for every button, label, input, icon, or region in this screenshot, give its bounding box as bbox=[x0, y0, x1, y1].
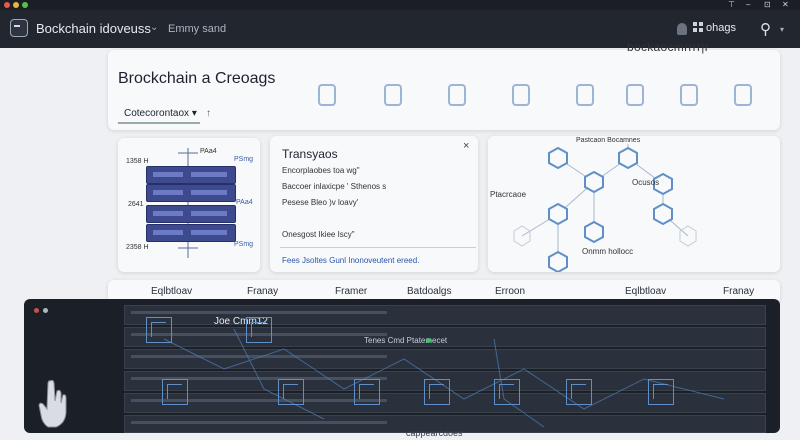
tab-item[interactable]: Framer bbox=[335, 286, 367, 297]
page-title: Brockchain a Creoags bbox=[118, 70, 276, 87]
tab-item[interactable]: Franay bbox=[247, 286, 278, 297]
network-label: Onmm hollocc bbox=[582, 247, 634, 256]
block-hex-icon bbox=[384, 84, 402, 106]
apps-menu-label[interactable]: ohags bbox=[706, 22, 736, 34]
dialog-divider bbox=[280, 247, 476, 248]
dialog-row: Encorplaobes toa wg" bbox=[282, 166, 360, 175]
dialog-link[interactable]: Fees Jsoltes Gunl Inonoveutent ereed. bbox=[282, 256, 419, 265]
close-window-dot[interactable] bbox=[4, 2, 10, 8]
block-cube-icon bbox=[146, 317, 172, 343]
chevron-down-icon[interactable]: ⌄ bbox=[150, 22, 158, 33]
dialog-title: Transyaos bbox=[282, 147, 338, 161]
sort-icon[interactable]: ↑ bbox=[206, 108, 211, 119]
tab-item[interactable]: Eqlbtloav bbox=[151, 286, 192, 297]
overlay-subtitle: Tenes Cmd Ptatemecet bbox=[364, 336, 448, 345]
diagram-label: PSmg bbox=[234, 156, 254, 163]
diagram-label: 2641 bbox=[128, 201, 144, 208]
block-hex-icon bbox=[734, 84, 752, 106]
dialog-row: Pesese Bleo )v loavy' bbox=[282, 198, 359, 207]
window-minimize-icon[interactable]: – bbox=[746, 0, 750, 10]
window-close-icon[interactable]: ✕ bbox=[782, 0, 789, 10]
diagram-label: PAa4 bbox=[236, 199, 253, 206]
block-hex-icon bbox=[626, 84, 644, 106]
diagram-label: 2358 H bbox=[126, 244, 149, 251]
diagram-label: PSmg bbox=[234, 241, 254, 248]
notification-icon[interactable] bbox=[677, 23, 687, 35]
block-cube-icon bbox=[648, 379, 674, 405]
block-hex-icon bbox=[318, 84, 336, 106]
network-label: Ocusos bbox=[632, 178, 660, 187]
block-cube-icon bbox=[354, 379, 380, 405]
tab-item[interactable]: Erroon bbox=[495, 286, 525, 297]
apps-grid-icon[interactable] bbox=[693, 22, 703, 32]
minimize-window-dot[interactable] bbox=[13, 2, 19, 8]
window-titlebar: ⊤ – ⊡ ✕ bbox=[0, 0, 800, 10]
datacenter-overlay[interactable]: Joe Cmm12 Tenes Cmd Ptatemecet bbox=[24, 299, 780, 433]
toolbar-title: bockaocmrrrr|r bbox=[627, 40, 709, 54]
close-icon[interactable]: × bbox=[463, 140, 469, 152]
dialog-row: Baccoer inlaxicpe ' Sthenos s bbox=[282, 182, 387, 191]
server-rack bbox=[146, 184, 236, 202]
block-cube-icon bbox=[246, 317, 272, 343]
server-rack bbox=[146, 205, 236, 223]
search-icon[interactable]: ⚲ bbox=[760, 20, 771, 38]
network-label: Ptacrcaoe bbox=[490, 190, 527, 199]
tab-item[interactable]: Batdoalgs bbox=[407, 286, 451, 297]
status-dot bbox=[426, 338, 431, 343]
block-cube-icon bbox=[424, 379, 450, 405]
block-cube-icon bbox=[162, 379, 188, 405]
app-title[interactable]: Bockchain idoveuss bbox=[36, 21, 151, 36]
overlay-network-lines bbox=[163, 328, 725, 428]
block-cube-icon bbox=[494, 379, 520, 405]
block-hex-icon bbox=[448, 84, 466, 106]
workspace-name[interactable]: Emmy sand bbox=[168, 23, 226, 35]
block-cube-icon bbox=[566, 379, 592, 405]
search-chevron-icon[interactable]: ▾ bbox=[780, 25, 784, 34]
block-hex-icon bbox=[576, 84, 594, 106]
category-select[interactable]: Cotecorontaox ▾ bbox=[118, 104, 200, 124]
tab-item[interactable]: Franay bbox=[723, 286, 754, 297]
hand-pointer-icon bbox=[38, 379, 67, 428]
dialog-row: Onesgost Ikiee Iscy" bbox=[282, 230, 355, 239]
block-hex-icon bbox=[680, 84, 698, 106]
tab-item[interactable]: Eqlbtloav bbox=[625, 286, 666, 297]
server-rack bbox=[146, 166, 236, 184]
server-rack bbox=[146, 224, 236, 242]
network-graph bbox=[513, 144, 697, 272]
app-logo-icon[interactable] bbox=[10, 19, 28, 37]
window-maximize-icon[interactable]: ⊡ bbox=[764, 0, 771, 10]
window-pin-icon[interactable]: ⊤ bbox=[728, 0, 735, 10]
diagram-label: PAa4 bbox=[200, 148, 217, 155]
diagram-label: 1358 H bbox=[126, 158, 149, 165]
network-label: Pastcaon Bocamnes bbox=[576, 137, 641, 144]
block-hex-icon bbox=[512, 84, 530, 106]
block-cube-icon bbox=[278, 379, 304, 405]
zoom-window-dot[interactable] bbox=[22, 2, 28, 8]
footer-label: cappearcdoes bbox=[406, 428, 463, 438]
